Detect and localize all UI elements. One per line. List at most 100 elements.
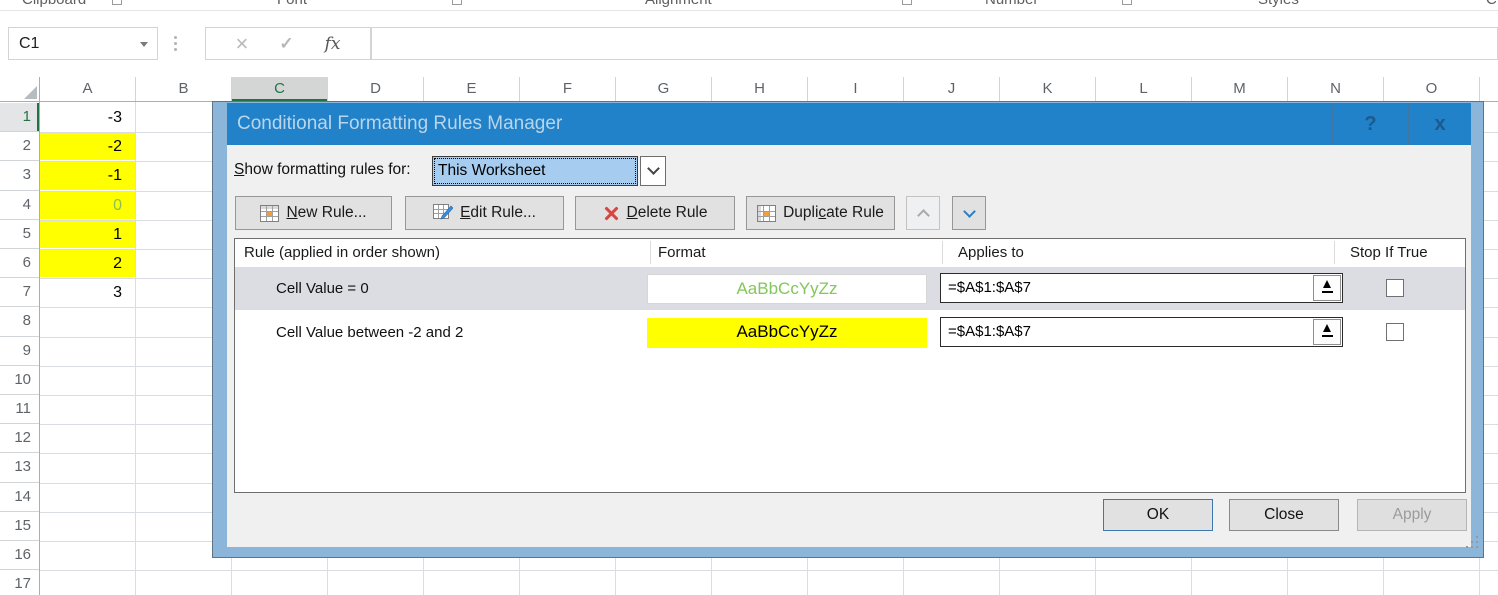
enter-icon[interactable]: ✓ [279, 34, 293, 54]
delete-rule-button[interactable]: Delete Rule [575, 196, 735, 230]
row-header-17[interactable]: 17 [0, 570, 39, 595]
move-rule-down-button[interactable] [952, 196, 986, 230]
stop-if-true-checkbox[interactable] [1386, 323, 1404, 341]
column-headers: ABCDEFGHIJKLMNO [0, 77, 1498, 102]
header-separator [1334, 241, 1335, 264]
row-header-2[interactable]: 2 [0, 132, 39, 161]
cell-A6[interactable]: 2 [40, 250, 135, 277]
resize-grip[interactable] [1464, 534, 1478, 548]
row-header-7[interactable]: 7 [0, 278, 39, 307]
row-header-5[interactable]: 5 [0, 220, 39, 249]
scope-dropdown-arrow[interactable] [640, 156, 666, 186]
dialog-title: Conditional Formatting Rules Manager [237, 103, 562, 145]
column-header-O[interactable]: O [1384, 77, 1480, 101]
collapse-dialog-button[interactable] [1313, 319, 1341, 345]
ribbon-divider [0, 10, 1498, 11]
dialog-launcher-icon[interactable] [902, 0, 912, 5]
row-header-6[interactable]: 6 [0, 249, 39, 278]
column-header-J[interactable]: J [904, 77, 1000, 101]
gridline-h [40, 570, 1498, 571]
column-header-N[interactable]: N [1288, 77, 1384, 101]
collapse-dialog-button[interactable] [1313, 275, 1341, 301]
dialog-content: Show formatting rules for: This Workshee… [227, 145, 1471, 547]
name-box-dropdown-icon[interactable] [140, 42, 148, 47]
apply-button[interactable]: Apply [1357, 499, 1467, 531]
select-all-corner[interactable] [0, 77, 40, 101]
red-x-icon [603, 205, 620, 222]
header-applies-to: Applies to [958, 239, 1024, 266]
column-header-F[interactable]: F [520, 77, 616, 101]
header-rule: Rule (applied in order shown) [244, 239, 440, 266]
column-header-M[interactable]: M [1192, 77, 1288, 101]
excel-window: ClipboardFontAlignmentNumberStylesC C1 ×… [0, 0, 1498, 595]
row-header-8[interactable]: 8 [0, 307, 39, 336]
rule-description: Cell Value = 0 [276, 267, 369, 310]
duplicate-rule-button[interactable]: Duplicate Rule [746, 196, 895, 230]
formula-input[interactable] [371, 27, 1498, 60]
name-box-value: C1 [19, 35, 39, 52]
column-header-L[interactable]: L [1096, 77, 1192, 101]
row-header-11[interactable]: 11 [0, 395, 39, 424]
ribbon-group-label: C [1486, 0, 1497, 8]
cell-A3[interactable]: -1 [40, 162, 135, 189]
rule-row[interactable]: Cell Value = 0AaBbCcYyZz=$A$1:$A$7 [235, 267, 1465, 310]
close-button[interactable]: Close [1229, 499, 1339, 531]
formula-bar-buttons: × ✓ fx [205, 27, 371, 60]
range-select-icon [1322, 324, 1333, 341]
dialog-close-button[interactable]: x [1408, 103, 1471, 145]
row-header-12[interactable]: 12 [0, 424, 39, 453]
row-header-15[interactable]: 15 [0, 512, 39, 541]
column-header-G[interactable]: G [616, 77, 712, 101]
cancel-icon[interactable]: × [236, 29, 249, 59]
cell-A5[interactable]: 1 [40, 221, 135, 248]
cell-A1[interactable]: -3 [40, 104, 135, 131]
gridline-v [135, 102, 136, 595]
rule-row[interactable]: Cell Value between -2 and 2 AaBbCcYyZz =$A… [235, 311, 1465, 354]
column-header-E[interactable]: E [424, 77, 520, 101]
row-header-9[interactable]: 9 [0, 337, 39, 366]
formula-bar-drag-handle[interactable] [174, 36, 178, 54]
name-box[interactable]: C1 [8, 27, 158, 60]
row-header-16[interactable]: 16 [0, 541, 39, 570]
dialog-title-bar[interactable]: Conditional Formatting Rules Manager ? x [227, 103, 1471, 145]
row-header-1[interactable]: 1 [0, 103, 39, 132]
column-header-C[interactable]: C [232, 77, 328, 101]
row-header-13[interactable]: 13 [0, 453, 39, 482]
column-header-B[interactable]: B [136, 77, 232, 101]
insert-function-icon[interactable]: fx [325, 34, 341, 54]
column-header-H[interactable]: H [712, 77, 808, 101]
column-header-K[interactable]: K [1000, 77, 1096, 101]
column-header-I[interactable]: I [808, 77, 904, 101]
chevron-down-icon [647, 162, 660, 175]
ok-button[interactable]: OK [1103, 499, 1213, 531]
chevron-up-icon [917, 209, 930, 222]
header-stop-if-true: Stop If True [1350, 239, 1428, 266]
cell-A4[interactable]: 0 [40, 192, 135, 219]
applies-to-field[interactable]: =$A$1:$A$7 [940, 317, 1343, 347]
dialog-launcher-icon[interactable] [1122, 0, 1132, 5]
column-header-A[interactable]: A [40, 77, 136, 101]
rule-description: Cell Value between -2 and 2 [276, 311, 463, 354]
applies-to-field[interactable]: =$A$1:$A$7 [940, 273, 1343, 303]
move-rule-up-button[interactable] [906, 196, 940, 230]
row-header-10[interactable]: 10 [0, 366, 39, 395]
scope-dropdown[interactable]: This Worksheet [432, 156, 638, 186]
ribbon-group-label: Alignment [645, 0, 712, 8]
column-header-D[interactable]: D [328, 77, 424, 101]
edit-rule-button[interactable]: Edit Rule... [405, 196, 564, 230]
stop-if-true-checkbox[interactable] [1386, 279, 1404, 297]
row-header-3[interactable]: 3 [0, 161, 39, 190]
dialog-help-button[interactable]: ? [1332, 103, 1408, 145]
row-header-14[interactable]: 14 [0, 483, 39, 512]
ribbon-group-label: Clipboard [22, 0, 86, 8]
new-rule-button[interactable]: New Rule... [235, 196, 392, 230]
format-preview: AaBbCcYyZz [647, 318, 927, 348]
ribbon-group-label: Styles [1258, 0, 1299, 8]
row-header-4[interactable]: 4 [0, 191, 39, 220]
cell-A7[interactable]: 3 [40, 279, 135, 306]
cell-A2[interactable]: -2 [40, 133, 135, 160]
header-format: Format [658, 239, 706, 266]
ribbon-group-label: Font [277, 0, 307, 8]
dialog-launcher-icon[interactable] [452, 0, 462, 5]
dialog-launcher-icon[interactable] [112, 0, 122, 5]
